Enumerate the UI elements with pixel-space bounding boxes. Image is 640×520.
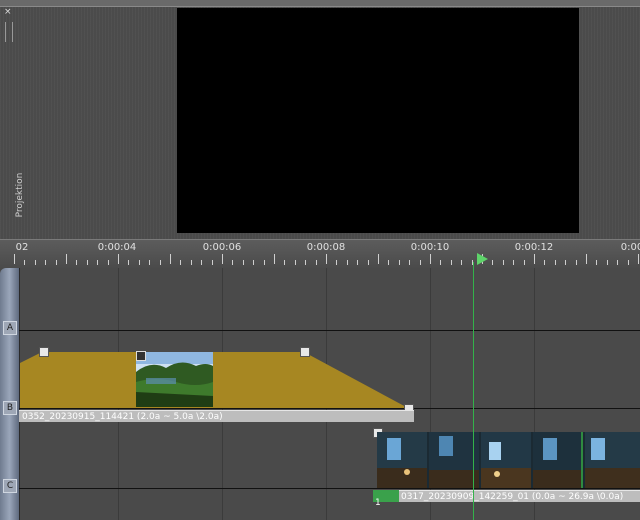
clip-c-label[interactable]: 0317_20230909_142259_01 (0.0a ~ 26.9a \0…: [373, 490, 640, 502]
playhead-handle[interactable]: [477, 253, 488, 265]
keyframe-marker[interactable]: [136, 351, 146, 361]
volume-fill: [20, 352, 408, 408]
clip-b-label[interactable]: 0352_20230915_114421 (2.0a ~ 5.0a \2.0a): [19, 410, 414, 422]
video-clip-thumbnails[interactable]: [377, 432, 640, 488]
clip-c-marker: 1: [375, 498, 381, 508]
playhead-line[interactable]: [473, 262, 474, 520]
keyframe-marker[interactable]: [300, 347, 310, 357]
keyframe-marker[interactable]: [39, 347, 49, 357]
clip-c-selection-tab[interactable]: 1: [373, 490, 399, 508]
photo-thumbnail[interactable]: [136, 352, 213, 407]
